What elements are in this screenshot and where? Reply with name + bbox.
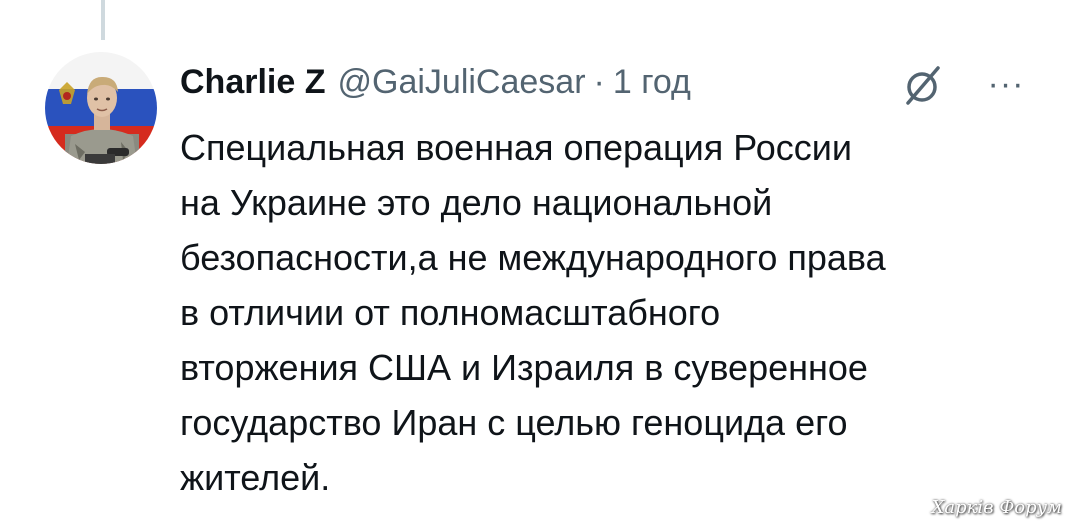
thread-connector-line bbox=[101, 0, 105, 40]
tweet-text-line: безопасности,а не международного права bbox=[180, 237, 886, 278]
grok-button[interactable] bbox=[900, 62, 946, 108]
avatar-image bbox=[45, 52, 157, 164]
watermark: Харків Форум bbox=[931, 497, 1062, 518]
header-separator: · bbox=[593, 62, 605, 101]
tweet-screenshot: Charlie Z @GaiJuliCaesar · 1 год ··· Спе… bbox=[0, 0, 1080, 526]
tweet-text-line: жителей. bbox=[180, 457, 331, 498]
tweet-text: Специальная военная операция России на У… bbox=[180, 120, 1060, 505]
tweet-text-line: государство Иран с целью геноцида его bbox=[180, 402, 848, 443]
author-handle[interactable]: @GaiJuliCaesar bbox=[337, 63, 585, 102]
tweet-header: Charlie Z @GaiJuliCaesar · 1 год bbox=[180, 60, 691, 104]
tweet-text-line: Специальная военная операция России bbox=[180, 127, 852, 168]
tweet-timestamp[interactable]: 1 год bbox=[613, 63, 691, 102]
tweet-text-line: на Украине это дело национальной bbox=[180, 182, 773, 223]
grok-icon bbox=[906, 66, 940, 105]
tweet-text-line: в отличии от полномасштабного bbox=[180, 292, 721, 333]
tweet-text-line: вторжения США и Израиля в суверенное bbox=[180, 347, 868, 388]
author-display-name[interactable]: Charlie Z bbox=[180, 63, 325, 102]
avatar[interactable] bbox=[45, 52, 157, 164]
more-options-icon: ··· bbox=[987, 64, 1025, 103]
more-options-button[interactable]: ··· bbox=[982, 64, 1030, 104]
